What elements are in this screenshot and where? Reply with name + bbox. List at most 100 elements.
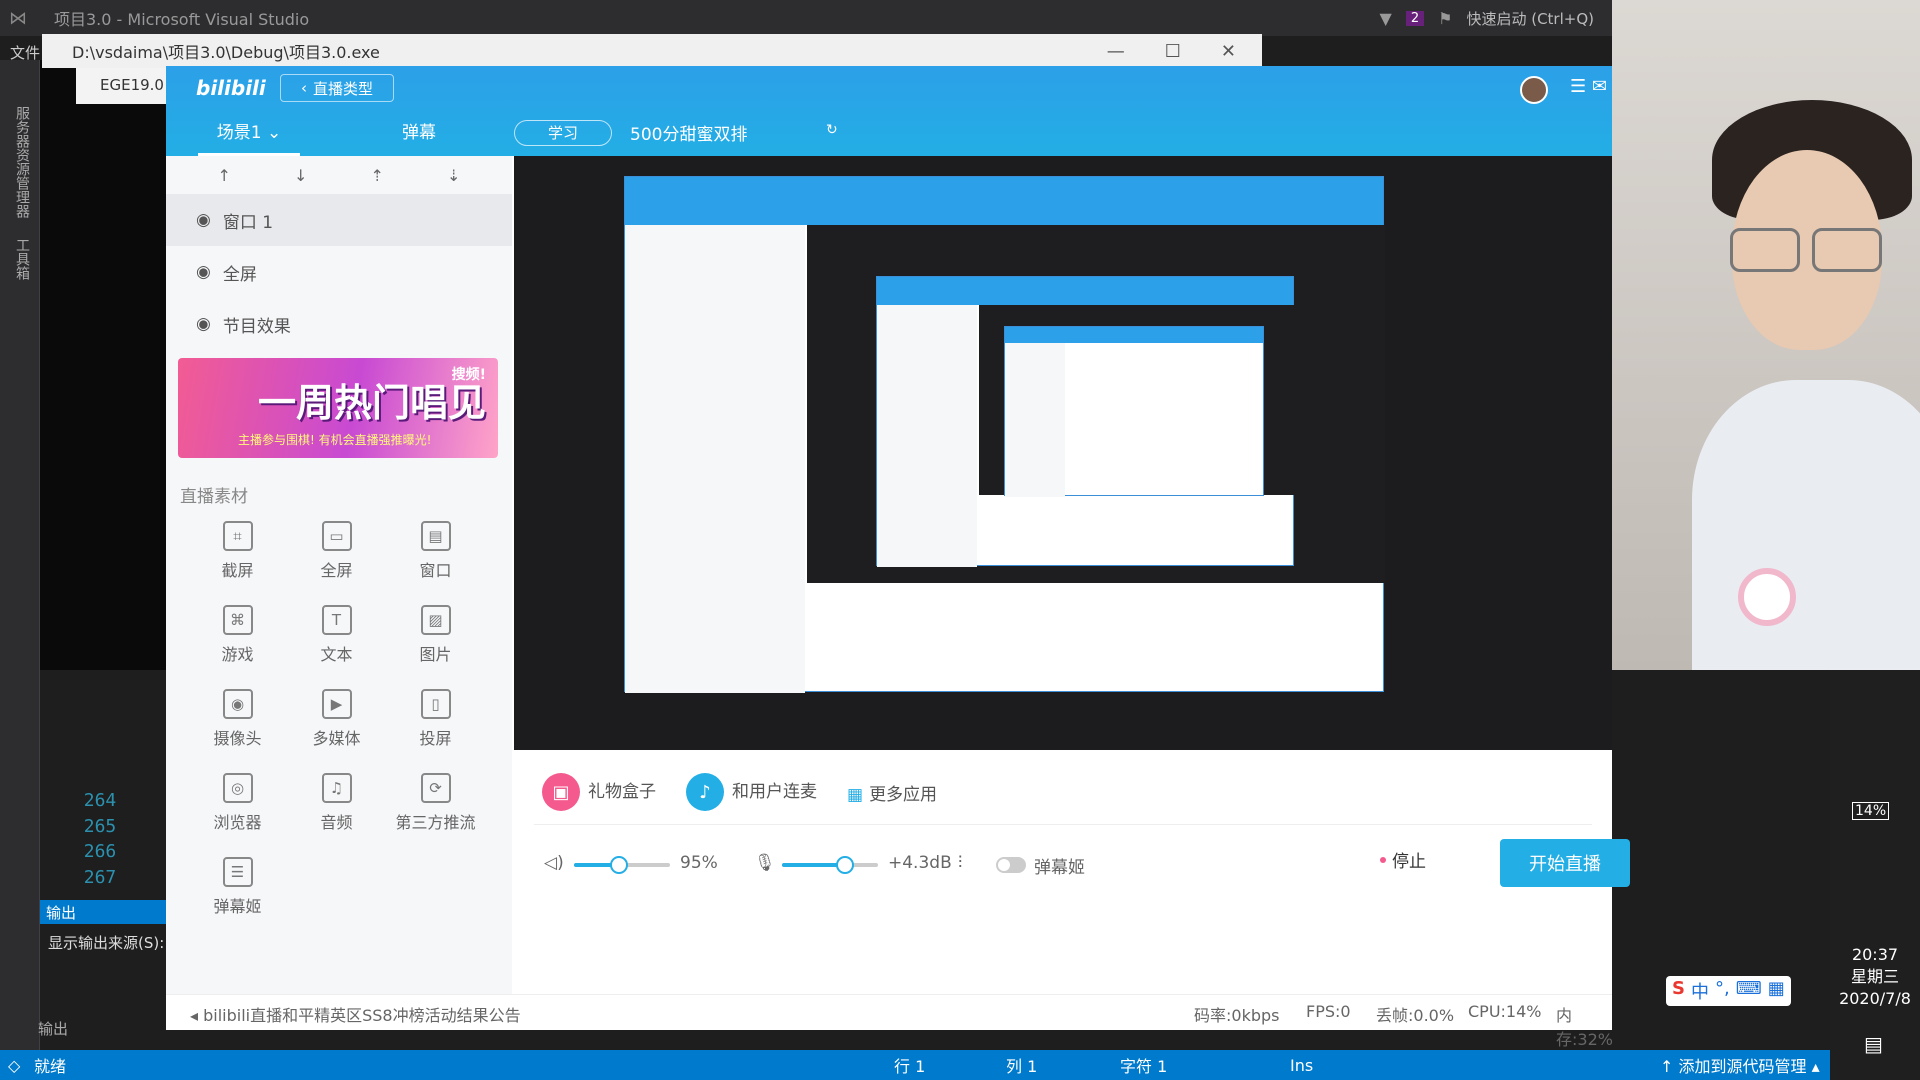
exe-path: D:\vsdaima\项目3.0\Debug\项目3.0.exe bbox=[72, 43, 380, 62]
announcement-link[interactable]: ◂ bilibili直播和平精英区SS8冲榜活动结果公告 bbox=[190, 1002, 521, 1026]
material-browser[interactable]: ◎ 浏览器 bbox=[188, 773, 287, 833]
material-screenshot[interactable]: ⌗ 截屏 bbox=[188, 521, 287, 581]
battery-indicator[interactable]: 14% bbox=[1852, 802, 1890, 820]
gamepad-icon: ⌘ bbox=[222, 605, 253, 635]
room-title[interactable]: 500分甜蜜双排 bbox=[630, 120, 747, 145]
eye-icon[interactable]: ◉ bbox=[196, 314, 211, 334]
co-stream-app[interactable]: ♪ 和用户连麦 bbox=[686, 773, 817, 811]
stop-button[interactable]: 停止 bbox=[1380, 847, 1426, 872]
record-button[interactable] bbox=[1738, 568, 1796, 626]
output-bottom-tab[interactable]: 输出 bbox=[38, 1018, 68, 1039]
material-label: 全屏 bbox=[320, 561, 353, 580]
mic-app-icon: ♪ bbox=[686, 773, 724, 811]
minimize-icon[interactable]: — bbox=[1107, 41, 1125, 62]
promo-banner[interactable]: 搜频! 一周热门唱见 主播参与围棋! 有机会直播强推曝光! bbox=[178, 358, 498, 458]
output-panel-tab[interactable]: 输出 bbox=[40, 900, 166, 924]
material-label: 弹幕姬 bbox=[213, 897, 262, 916]
material-media[interactable]: ▶ 多媒体 bbox=[287, 689, 386, 749]
ege-window-tab[interactable]: EGE19.0 bbox=[76, 68, 168, 104]
tab-danmu[interactable]: 弹幕 bbox=[402, 118, 436, 143]
danmu-toggle-label: 弹幕姬 bbox=[1034, 858, 1085, 878]
feedback-icon[interactable]: ⚑ bbox=[1438, 9, 1452, 28]
status-ready: 就绪 bbox=[34, 1057, 67, 1076]
ime-mode: 中 bbox=[1690, 982, 1709, 1003]
microphone-icon[interactable]: 🎙 bbox=[754, 853, 776, 873]
material-window[interactable]: ▤ 窗口 bbox=[386, 521, 485, 581]
ready-icon: ◇ bbox=[8, 1055, 21, 1075]
material-label: 窗口 bbox=[419, 561, 452, 580]
chevron-down-icon: ⌄ bbox=[266, 123, 282, 143]
stop-dot-icon bbox=[1380, 856, 1386, 863]
material-image[interactable]: ▨ 图片 bbox=[386, 605, 485, 665]
material-label: 文本 bbox=[320, 645, 353, 664]
vs-titlebar: ⋈ 项目3.0 - Microsoft Visual Studio ▼ 2 ⚑ … bbox=[0, 0, 1612, 36]
notification-center-icon[interactable]: ▤ bbox=[1864, 1032, 1883, 1056]
exe-window-titlebar: D:\vsdaima\项目3.0\Debug\项目3.0.exe — ☐ ✕ bbox=[42, 34, 1262, 68]
material-gamepad[interactable]: ⌘ 游戏 bbox=[188, 605, 287, 665]
bitrate-stat: 码率:0kbps bbox=[1194, 1006, 1280, 1025]
ime-toolbar[interactable]: S 中 °, ⌨ ▦ bbox=[1666, 976, 1791, 1006]
monitor-icon: ▭ bbox=[321, 521, 352, 551]
gift-box-app[interactable]: ▣ 礼物盒子 bbox=[542, 773, 656, 811]
material-monitor[interactable]: ▭ 全屏 bbox=[287, 521, 386, 581]
eye-icon[interactable]: ◉ bbox=[196, 262, 211, 282]
mic-slider[interactable] bbox=[782, 856, 878, 874]
status-row: 行 1 bbox=[894, 1057, 926, 1076]
filter-icon[interactable]: ▼ bbox=[1380, 9, 1392, 28]
cpu-stat: CPU:14% bbox=[1468, 1002, 1542, 1021]
source-item-effects[interactable]: ◉ 节目效果 bbox=[166, 298, 512, 350]
material-danmaku[interactable]: ☰ 弹幕姬 bbox=[188, 857, 287, 917]
system-tray: 14% 20:37 星期三 2020/7/8 ▤ bbox=[1830, 670, 1920, 1080]
move-up-icon[interactable]: ↑ bbox=[218, 166, 231, 185]
material-camera[interactable]: ◉ 摄像头 bbox=[188, 689, 287, 749]
eye-icon[interactable]: ◉ bbox=[196, 210, 211, 230]
close-icon[interactable]: ✕ bbox=[1221, 41, 1236, 62]
vs-logo-icon: ⋈ bbox=[9, 7, 27, 29]
clock-date: 2020/7/8 bbox=[1839, 989, 1911, 1008]
move-down-icon[interactable]: ↓ bbox=[294, 166, 307, 185]
glasses bbox=[1730, 228, 1800, 272]
more-apps[interactable]: ▦ 更多应用 bbox=[847, 780, 937, 805]
category-tag[interactable]: 学习 bbox=[514, 120, 612, 146]
clock[interactable]: 20:37 星期三 2020/7/8 bbox=[1830, 944, 1920, 1010]
menu-icon[interactable]: ☰ ✉ bbox=[1570, 76, 1607, 97]
start-live-button[interactable]: 开始直播 bbox=[1500, 839, 1630, 887]
server-explorer-tab[interactable]: 服务器资源管理器 bbox=[12, 106, 32, 218]
refresh-icon[interactable]: ↻ bbox=[826, 122, 838, 138]
ime-punct-icon: °, bbox=[1714, 978, 1730, 999]
vs-window-title: 项目3.0 - Microsoft Visual Studio bbox=[54, 10, 310, 29]
ime-grid-icon: ▦ bbox=[1767, 978, 1785, 999]
volume-slider[interactable] bbox=[574, 856, 670, 874]
materials-title: 直播素材 bbox=[180, 487, 248, 507]
toolbox-tab[interactable]: 工具箱 bbox=[12, 238, 32, 280]
vs-titlebar-right: ▼ 2 ⚑ 快速启动 (Ctrl+Q) bbox=[1380, 8, 1594, 29]
maximize-icon[interactable]: ☐ bbox=[1165, 41, 1181, 62]
source-item-fullscreen[interactable]: ◉ 全屏 bbox=[166, 246, 512, 298]
mixer-icon[interactable]: ⫶ bbox=[958, 853, 962, 873]
live-preview bbox=[514, 156, 1612, 750]
material-music[interactable]: ♫ 音频 bbox=[287, 773, 386, 833]
move-top-icon[interactable]: ⇡ bbox=[371, 166, 384, 185]
move-bottom-icon[interactable]: ⇣ bbox=[447, 166, 460, 185]
material-label: 图片 bbox=[419, 645, 452, 664]
source-item-window[interactable]: ◉ 窗口 1 bbox=[166, 194, 512, 246]
source-control-button[interactable]: ↑ 添加到源代码管理 ▴ bbox=[1660, 1053, 1820, 1077]
speaker-icon[interactable]: ◁) bbox=[544, 853, 564, 873]
notification-badge[interactable]: 2 bbox=[1405, 10, 1425, 26]
tab-scene[interactable]: 场景1 ⌄ bbox=[198, 118, 300, 156]
material-stream[interactable]: ⟳ 第三方推流 bbox=[386, 773, 485, 833]
text-icon: T bbox=[321, 605, 352, 635]
material-phone[interactable]: ▯ 投屏 bbox=[386, 689, 485, 749]
quick-launch-input[interactable]: 快速启动 (Ctrl+Q) bbox=[1466, 8, 1594, 29]
avatar[interactable] bbox=[1520, 76, 1548, 104]
line-number: 267 bbox=[83, 866, 117, 888]
material-label: 摄像头 bbox=[213, 729, 262, 748]
source-sidebar: ↑ ↓ ⇡ ⇣ ◉ 窗口 1 ◉ 全屏 ◉ 节目效果 搜频! 一周热门唱见 主播… bbox=[166, 156, 512, 1030]
sogou-icon: S bbox=[1672, 978, 1685, 999]
material-text[interactable]: T 文本 bbox=[287, 605, 386, 665]
mem-stat: 内存:32% bbox=[1556, 1006, 1613, 1049]
material-label: 第三方推流 bbox=[395, 813, 476, 832]
stop-label: 停止 bbox=[1392, 852, 1426, 872]
live-type-button[interactable]: ‹ 直播类型 bbox=[280, 74, 394, 102]
danmu-toggle[interactable] bbox=[996, 857, 1026, 873]
